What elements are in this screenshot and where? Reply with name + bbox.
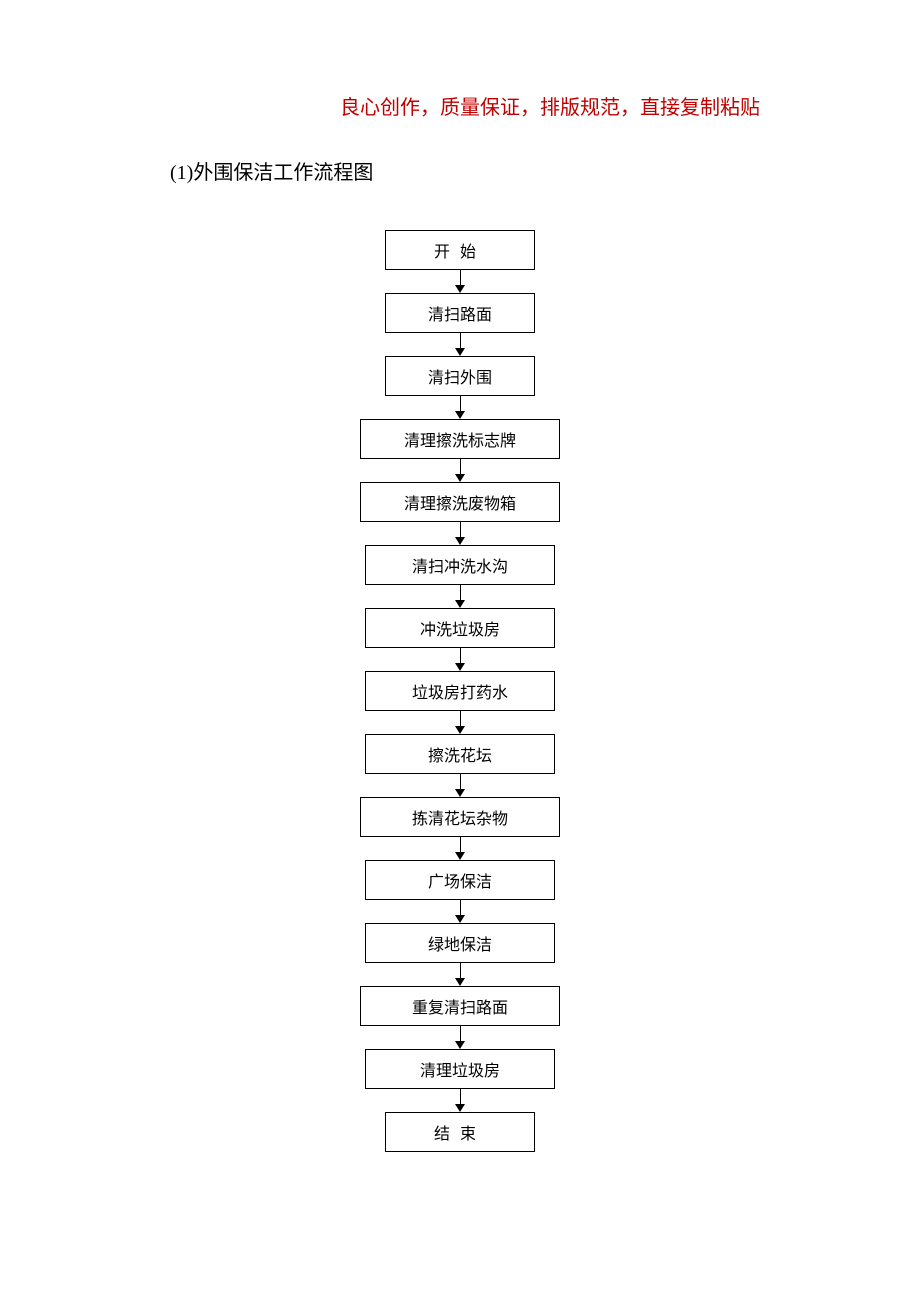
flow-box-step1: 清扫路面 xyxy=(385,293,535,333)
flow-box-step5: 清扫冲洗水沟 xyxy=(365,545,555,585)
flowchart-container: 开始 清扫路面 清扫外围 清理擦洗标志牌 清理擦洗废物箱 清扫冲洗水沟 冲洗垃圾… xyxy=(0,230,920,1152)
arrow-icon xyxy=(455,1089,465,1112)
flow-box-step10: 广场保洁 xyxy=(365,860,555,900)
flow-box-step11: 绿地保洁 xyxy=(365,923,555,963)
flow-box-step7: 垃圾房打药水 xyxy=(365,671,555,711)
arrow-icon xyxy=(455,963,465,986)
arrow-icon xyxy=(455,837,465,860)
arrow-icon xyxy=(455,648,465,671)
arrow-icon xyxy=(455,711,465,734)
header-red-text: 良心创作，质量保证，排版规范，直接复制粘贴 xyxy=(280,92,760,124)
flow-box-step3: 清理擦洗标志牌 xyxy=(360,419,560,459)
arrow-icon xyxy=(455,1026,465,1049)
arrow-icon xyxy=(455,585,465,608)
arrow-icon xyxy=(455,396,465,419)
flow-box-step8: 擦洗花坛 xyxy=(365,734,555,774)
flow-box-step13: 清理垃圾房 xyxy=(365,1049,555,1089)
flow-box-start: 开始 xyxy=(385,230,535,270)
flow-box-end: 结束 xyxy=(385,1112,535,1152)
arrow-icon xyxy=(455,522,465,545)
flow-box-step9: 拣清花坛杂物 xyxy=(360,797,560,837)
arrow-icon xyxy=(455,900,465,923)
section-title: (1)外围保洁工作流程图 xyxy=(170,156,373,185)
flow-box-step2: 清扫外围 xyxy=(385,356,535,396)
arrow-icon xyxy=(455,270,465,293)
flow-box-step6: 冲洗垃圾房 xyxy=(365,608,555,648)
arrow-icon xyxy=(455,774,465,797)
flow-box-step12: 重复清扫路面 xyxy=(360,986,560,1026)
flow-box-step4: 清理擦洗废物箱 xyxy=(360,482,560,522)
arrow-icon xyxy=(455,459,465,482)
arrow-icon xyxy=(455,333,465,356)
